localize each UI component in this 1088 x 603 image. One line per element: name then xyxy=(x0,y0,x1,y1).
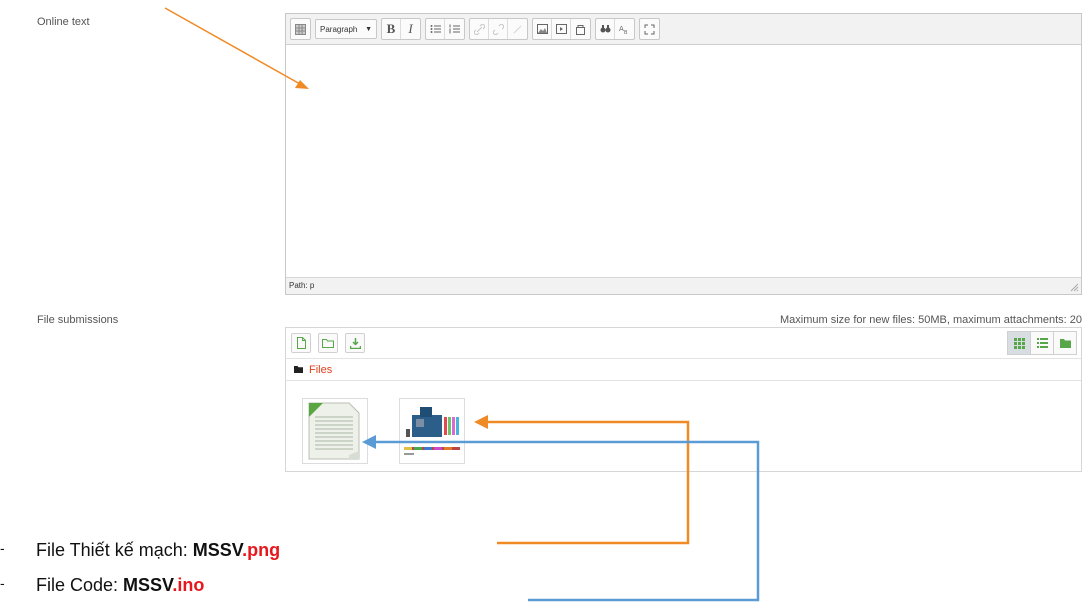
document-file-thumbnail[interactable] xyxy=(302,398,368,464)
editor-path: Path: p xyxy=(289,281,315,290)
anchor-icon[interactable] xyxy=(508,19,527,39)
svg-text:B: B xyxy=(624,30,628,34)
view-mode-switcher xyxy=(1007,331,1077,355)
bullet-filename: MSSV xyxy=(123,575,173,595)
bullet-prefix: File Code: xyxy=(36,575,124,595)
find-replace-icon[interactable] xyxy=(596,19,615,39)
create-folder-icon[interactable] xyxy=(318,333,338,353)
editor-toolbar: Paragraph ▼ B I A B xyxy=(286,14,1081,45)
download-all-icon[interactable] xyxy=(345,333,365,353)
breadcrumb-files-link[interactable]: Files xyxy=(309,364,332,376)
unlink-icon[interactable] xyxy=(489,19,508,39)
max-size-info: Maximum size for new files: 50MB, maximu… xyxy=(780,314,1082,326)
file-manager-toolbar xyxy=(286,328,1081,358)
toolbar-toggle-icon[interactable] xyxy=(291,19,310,39)
bullet-mark: - xyxy=(0,540,5,556)
bold-button[interactable]: B xyxy=(382,19,401,39)
bullet-extension: .ino xyxy=(172,575,205,595)
link-icon[interactable] xyxy=(470,19,489,39)
online-text-label: Online text xyxy=(37,16,90,28)
list-view-icon[interactable] xyxy=(1030,331,1054,355)
bullet-list-icon[interactable] xyxy=(426,19,445,39)
add-file-icon[interactable] xyxy=(291,333,311,353)
folder-icon xyxy=(294,366,303,373)
online-text-editor: Paragraph ▼ B I A B Path: p xyxy=(285,13,1082,295)
breadcrumb: Files xyxy=(286,358,1081,381)
resize-grip-icon[interactable] xyxy=(1069,282,1079,292)
generic-document-icon xyxy=(308,402,360,460)
bullet-extension: .png xyxy=(242,540,281,560)
chevron-down-icon: ▼ xyxy=(365,25,372,33)
circuit-image-file-thumbnail[interactable] xyxy=(399,398,465,464)
numbered-list-icon[interactable] xyxy=(445,19,464,39)
editor-content-area[interactable] xyxy=(286,45,1081,277)
insert-media-icon[interactable] xyxy=(552,19,571,39)
file-manager: Files xyxy=(285,327,1082,472)
fullscreen-icon[interactable] xyxy=(640,19,659,39)
bullet-filename: MSSV xyxy=(192,540,243,560)
tree-view-icon[interactable] xyxy=(1053,331,1077,355)
icon-view-icon[interactable] xyxy=(1007,331,1031,355)
italic-button[interactable]: I xyxy=(401,19,420,39)
bullet-mark: - xyxy=(0,575,5,591)
insert-image-icon[interactable] xyxy=(533,19,552,39)
special-chars-icon[interactable]: AB xyxy=(615,19,634,39)
paragraph-format-select[interactable]: Paragraph ▼ xyxy=(315,19,377,39)
editor-statusbar: Path: p xyxy=(286,277,1081,294)
arduino-board-thumbnail xyxy=(404,407,460,455)
bullet-prefix: File Thiết kế mạch: xyxy=(36,540,193,560)
file-submissions-label: File submissions xyxy=(37,314,119,326)
manage-files-icon[interactable] xyxy=(571,19,590,39)
